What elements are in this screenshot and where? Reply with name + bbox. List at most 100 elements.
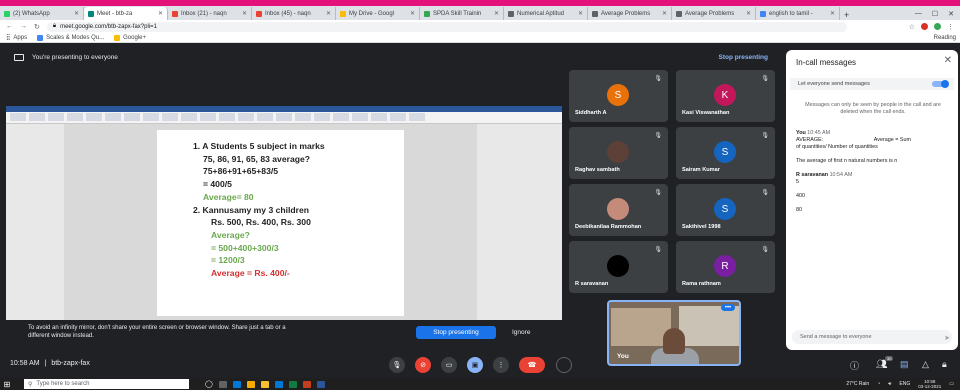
close-tab-icon[interactable]: ✕ [830,10,835,17]
mic-muted-icon: 🎙︎ [761,247,769,253]
ribbon-tool-icon [86,113,102,121]
forward-icon[interactable]: → [20,23,27,30]
reload-icon[interactable]: ↻ [34,23,40,31]
close-tab-icon[interactable]: ✕ [410,10,415,17]
participant-tile[interactable]: 🎙︎ S Sairam Kumar [676,127,775,179]
document-text: 1. A Students 5 subject in marks 75, 86, … [193,140,325,280]
message-text: 80 [796,207,802,213]
activities-icon[interactable]: △ [922,359,929,370]
participant-tile[interactable]: 🎙︎ S Sakthivel 1998 [676,184,775,236]
browser-tab[interactable]: Numerical Aptitud ✕ [504,7,588,20]
new-tab-button[interactable]: + [840,10,853,20]
meeting-info: 10:58 AM | btb-zapx-fax [10,360,90,367]
allow-messages-toggle[interactable] [932,80,949,88]
document-line: 2. Kannusamy my 3 children [193,204,310,215]
document-line: Rs. 500, Rs. 400, Rs. 300 [211,217,311,228]
back-icon[interactable]: ← [6,23,13,30]
weather-text[interactable]: 27°C Rain [846,381,869,387]
browser-tab[interactable]: My Drive - Googl ✕ [336,7,420,20]
camera-off-icon[interactable]: ⊘ [415,357,431,373]
taskbar-search-input[interactable]: ⚲ Type here to search [24,379,189,389]
browser-tab[interactable]: english to tamil - ✕ [756,7,840,20]
chrome-icon[interactable] [246,380,255,388]
tab-title: Inbox (21) - naqn [181,10,227,17]
participant-tile[interactable]: 🎙︎ Deebikanilaa Rammohan [569,184,668,236]
ribbon-tool-icon [238,113,254,121]
network-icon[interactable]: ◔ [877,381,880,387]
volume-icon[interactable]: 🔊︎ [888,381,891,387]
tab-favicon-icon [172,10,178,17]
close-tab-icon[interactable]: ✕ [74,10,79,17]
close-icon[interactable]: ✕ [944,55,952,66]
browser-tab[interactable]: (2) WhatsApp ✕ [0,7,84,20]
close-tab-icon[interactable]: ✕ [662,10,667,17]
chat-icon[interactable]: ▤ [900,359,909,370]
file-explorer-icon[interactable] [260,380,269,388]
menu-icon[interactable]: ⋮ [947,23,954,31]
word-icon[interactable] [316,380,325,388]
minimize-icon[interactable]: — [915,10,922,17]
start-icon[interactable]: ⊞ [0,378,14,390]
bookmark-google-plus[interactable]: Google+ [114,34,146,41]
participant-tile[interactable]: 🎙︎ Raghav sambath [569,127,668,179]
extension-icon[interactable] [921,23,928,30]
store-icon[interactable] [274,380,283,388]
profile-avatar[interactable] [934,23,941,30]
browser-tab[interactable]: Inbox (21) - naqn ✕ [168,7,252,20]
tab-title: (2) WhatsApp [13,10,50,17]
excel-icon[interactable] [288,380,297,388]
more-options-icon[interactable]: ⋮ [493,357,509,373]
stop-presenting-link[interactable]: Stop presenting [719,54,778,61]
message-input[interactable]: Send a message to everyone [792,330,952,344]
panel-title: In-call messages [796,58,857,67]
maximize-icon[interactable]: ☐ [932,10,938,18]
tab-title: english to tamil - [769,10,813,17]
word-document-canvas: 1. A Students 5 subject in marks 75, 86, … [64,124,477,320]
participants-count-badge: 30 [884,356,894,361]
more-options-icon[interactable]: ••• [721,304,735,311]
browser-tab[interactable]: Average Problems ✕ [672,7,756,20]
microphone-icon[interactable]: 🎙︎ [389,357,405,373]
address-bar[interactable]: 🔒︎ meet.google.com/btb-zapx-fax?pli=1 [46,21,847,32]
task-view-icon[interactable]: ◯ [205,380,213,388]
clock[interactable]: 10:58 03-12-2021 [918,379,941,389]
close-tab-icon[interactable]: ✕ [158,10,163,17]
ignore-button[interactable]: Ignore [512,326,530,339]
language-indicator[interactable]: ENG [899,381,910,387]
participant-name: R saravanan [575,281,609,287]
captions-icon[interactable]: ▭ [441,357,457,373]
browser-tab[interactable]: SPDA Skill Trainin ✕ [420,7,504,20]
close-tab-icon[interactable]: ✕ [326,10,331,17]
participant-tile[interactable]: 🎙︎ R saravanan [569,241,668,293]
close-window-icon[interactable]: ✕ [948,10,954,18]
browser-tab[interactable]: Average Problems ✕ [588,7,672,20]
participant-tile[interactable]: 🎙︎ S Siddharth A [569,70,668,122]
document-page: 1. A Students 5 subject in marks 75, 86, … [157,130,404,316]
raise-hand-icon[interactable] [556,357,572,373]
notifications-icon[interactable]: ▭ [949,381,954,387]
meeting-details-icon[interactable]: ⓘ [850,359,859,372]
close-tab-icon[interactable]: ✕ [746,10,751,17]
send-icon[interactable]: ➤ [944,334,950,342]
task-view-app-icon[interactable] [218,380,227,388]
bookmark-scales-modes[interactable]: Scales & Modes Qu... [37,34,104,41]
reading-list[interactable]: Reading [934,35,960,41]
ribbon-tool-icon [219,113,235,121]
stop-presenting-button[interactable]: Stop presenting [416,326,496,339]
host-controls-icon[interactable]: 🔒︎ [942,359,947,370]
present-now-icon[interactable]: ▣ [467,357,483,373]
end-call-icon[interactable]: ☎︎ [519,357,545,373]
browser-tab[interactable]: Meet - btb-za ✕ [84,7,168,20]
star-icon[interactable]: ☆ [909,23,915,31]
meeting-controls-bar: 10:58 AM | btb-zapx-fax 🎙︎ ⊘ ▭ ▣ ⋮ ☎︎ ⓘ … [0,352,960,378]
close-tab-icon[interactable]: ✕ [494,10,499,17]
people-icon[interactable]: 👥︎ 30 [876,356,894,370]
powerpoint-icon[interactable] [302,380,311,388]
edge-icon[interactable] [232,380,241,388]
participant-tile[interactable]: 🎙︎ R Rama rathnam [676,241,775,293]
browser-tab[interactable]: Inbox (45) - naqn ✕ [252,7,336,20]
close-tab-icon[interactable]: ✕ [242,10,247,17]
bookmark-apps[interactable]: ⣿ Apps [6,34,27,42]
close-tab-icon[interactable]: ✕ [578,10,583,17]
participant-tile[interactable]: 🎙︎ K Kasi Viswanathan [676,70,775,122]
